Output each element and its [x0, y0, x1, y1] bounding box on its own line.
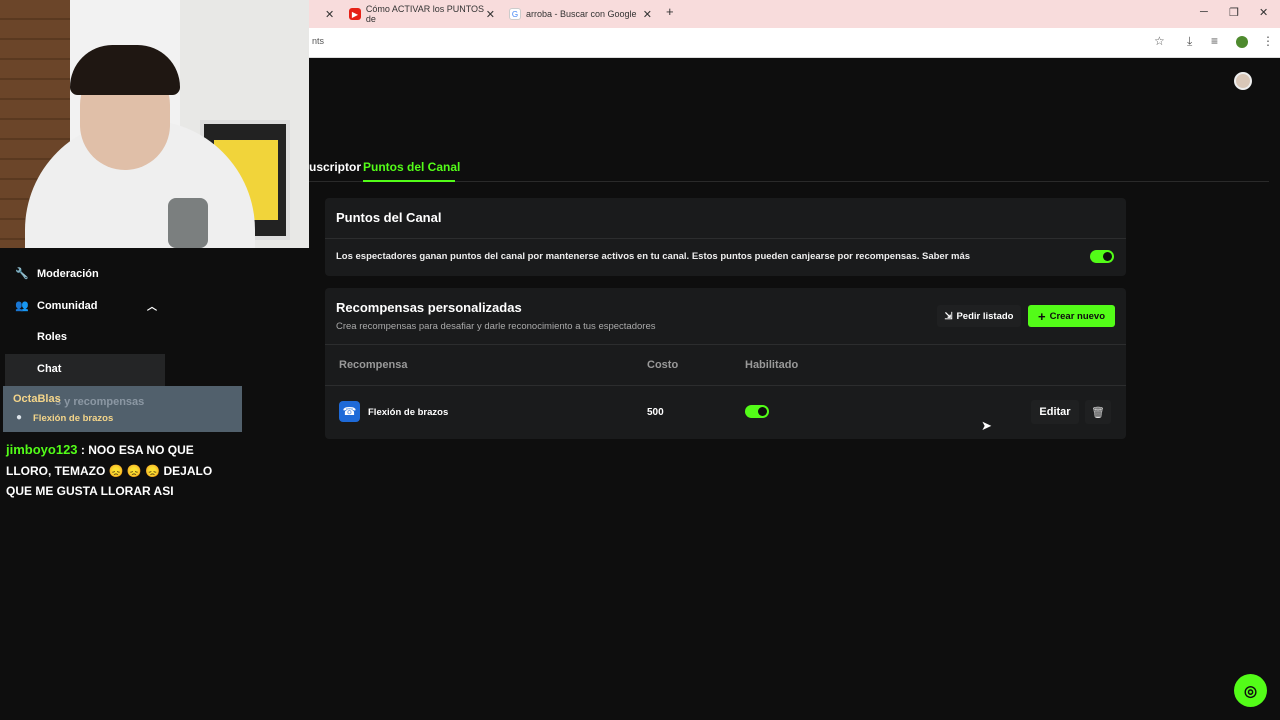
toggle-knob — [758, 407, 767, 416]
window-close-icon[interactable]: ✕ — [1259, 6, 1268, 19]
list-icon: ⇲ — [944, 310, 953, 322]
chat-message: jimboyo123 : NOO ESA NO QUE LLORO, TEMAZ… — [6, 440, 236, 502]
reward-enabled-toggle[interactable] — [745, 405, 769, 418]
users-icon: 👥 — [15, 300, 29, 312]
youtube-icon: ▶ — [349, 8, 361, 20]
notice-username: OctaBlas — [13, 393, 61, 405]
plus-icon: + — [1037, 308, 1046, 324]
sidebar-item-label: Roles — [37, 331, 67, 343]
sidebar-item-label: Moderación — [37, 267, 99, 280]
divider — [325, 385, 1126, 386]
download-icon[interactable]: ⤓ — [1187, 34, 1192, 49]
edit-reward-button[interactable]: Editar — [1031, 400, 1079, 424]
card-subtitle: Crea recompensas para desafiar y darle r… — [336, 321, 656, 332]
tab-close-0[interactable]: ✕ — [325, 4, 334, 24]
settings-tabs: uscriptor Puntos del Canal — [309, 158, 1269, 182]
bookmark-star-icon[interactable]: ☆ — [1154, 34, 1165, 48]
card-title: Recompensas personalizadas — [336, 300, 522, 315]
person-hair — [70, 45, 180, 95]
points-icon: ● — [16, 412, 23, 423]
browser-profile-avatar[interactable] — [1236, 36, 1248, 48]
sidebar-item-active-bg — [5, 354, 165, 386]
delete-reward-button[interactable]: 🗑 — [1085, 400, 1111, 424]
tab-close-icon[interactable]: ✕ — [486, 8, 495, 21]
sidebar-item-roles[interactable]: Roles — [37, 331, 67, 343]
active-tab-indicator — [363, 180, 455, 182]
create-reward-button[interactable]: + Crear nuevo — [1028, 305, 1115, 327]
reward-icon: ☎ — [339, 401, 360, 422]
trash-icon: 🗑 — [1091, 406, 1105, 419]
chevron-up-icon[interactable]: ︿ — [147, 298, 157, 313]
sidebar-item-chat[interactable]: Chat — [37, 363, 61, 375]
new-tab-icon[interactable]: + — [666, 4, 674, 19]
request-list-label: Pedir listado — [956, 310, 1014, 322]
sidebar-item-label: Chat — [37, 363, 62, 375]
channel-points-description: Los espectadores ganan puntos del canal … — [336, 251, 971, 262]
card-title: Puntos del Canal — [336, 210, 442, 225]
help-button[interactable]: ◎ — [1234, 674, 1267, 707]
divider — [325, 238, 1126, 239]
reward-cost: 500 — [647, 407, 664, 418]
menu-kebab-icon[interactable]: ⋮ — [1262, 34, 1274, 48]
column-header-enabled: Habilitado — [745, 359, 799, 371]
mouse-cursor-icon: ➤ — [981, 418, 992, 433]
column-header-cost: Costo — [647, 359, 679, 371]
redeem-notification: s y recompensas OctaBlas ● Flexión de br… — [3, 386, 242, 432]
create-reward-label: Crear nuevo — [1049, 310, 1106, 322]
browser-tab-youtube[interactable]: ▶ Cómo ACTIVAR los PUNTOS de ✕ — [349, 4, 495, 24]
channel-points-card: Puntos del Canal Los espectadores ganan … — [325, 198, 1126, 276]
wrench-icon: 🔧 — [15, 268, 29, 280]
browser-tab-google[interactable]: G arroba - Buscar con Google ✕ — [509, 4, 652, 24]
sidebar-item-label: Comunidad — [37, 299, 98, 312]
tab-subscriber[interactable]: uscriptor — [309, 160, 361, 174]
google-icon: G — [509, 8, 521, 20]
tab-channel-points[interactable]: Puntos del Canal — [363, 160, 460, 174]
reward-name: Flexión de brazos — [368, 407, 449, 418]
media-control-icon[interactable]: ≡ — [1211, 34, 1218, 48]
divider — [325, 344, 1126, 345]
restore-icon[interactable]: ❐ — [1229, 6, 1239, 19]
minimize-icon[interactable]: ─ — [1200, 6, 1208, 18]
sidebar-item-moderation[interactable]: 🔧 Moderación — [15, 267, 99, 281]
user-avatar[interactable] — [1234, 72, 1252, 90]
custom-rewards-card: Recompensas personalizadas Crea recompen… — [325, 288, 1126, 439]
webcam-overlay — [0, 0, 309, 248]
sidebar-item-community[interactable]: 👥 Comunidad ︿ — [15, 298, 157, 314]
thermos — [168, 198, 208, 248]
notice-reward-name: Flexión de brazos — [33, 413, 114, 424]
headset-icon: ◎ — [1243, 682, 1258, 700]
browser-tab-title: Cómo ACTIVAR los PUNTOS de — [365, 4, 485, 24]
notice-faded-text: s y recompensas — [55, 396, 145, 408]
channel-points-toggle[interactable] — [1090, 250, 1114, 263]
chat-username: jimboyo123 — [6, 442, 78, 457]
url-text[interactable]: nts — [312, 36, 324, 46]
browser-tab-title: arroba - Buscar con Google — [526, 9, 637, 19]
tab-close-icon[interactable]: ✕ — [643, 8, 652, 21]
toggle-knob — [1103, 252, 1112, 261]
column-header-reward: Recompensa — [339, 359, 408, 371]
request-list-button[interactable]: ⇲ Pedir listado — [937, 305, 1021, 327]
